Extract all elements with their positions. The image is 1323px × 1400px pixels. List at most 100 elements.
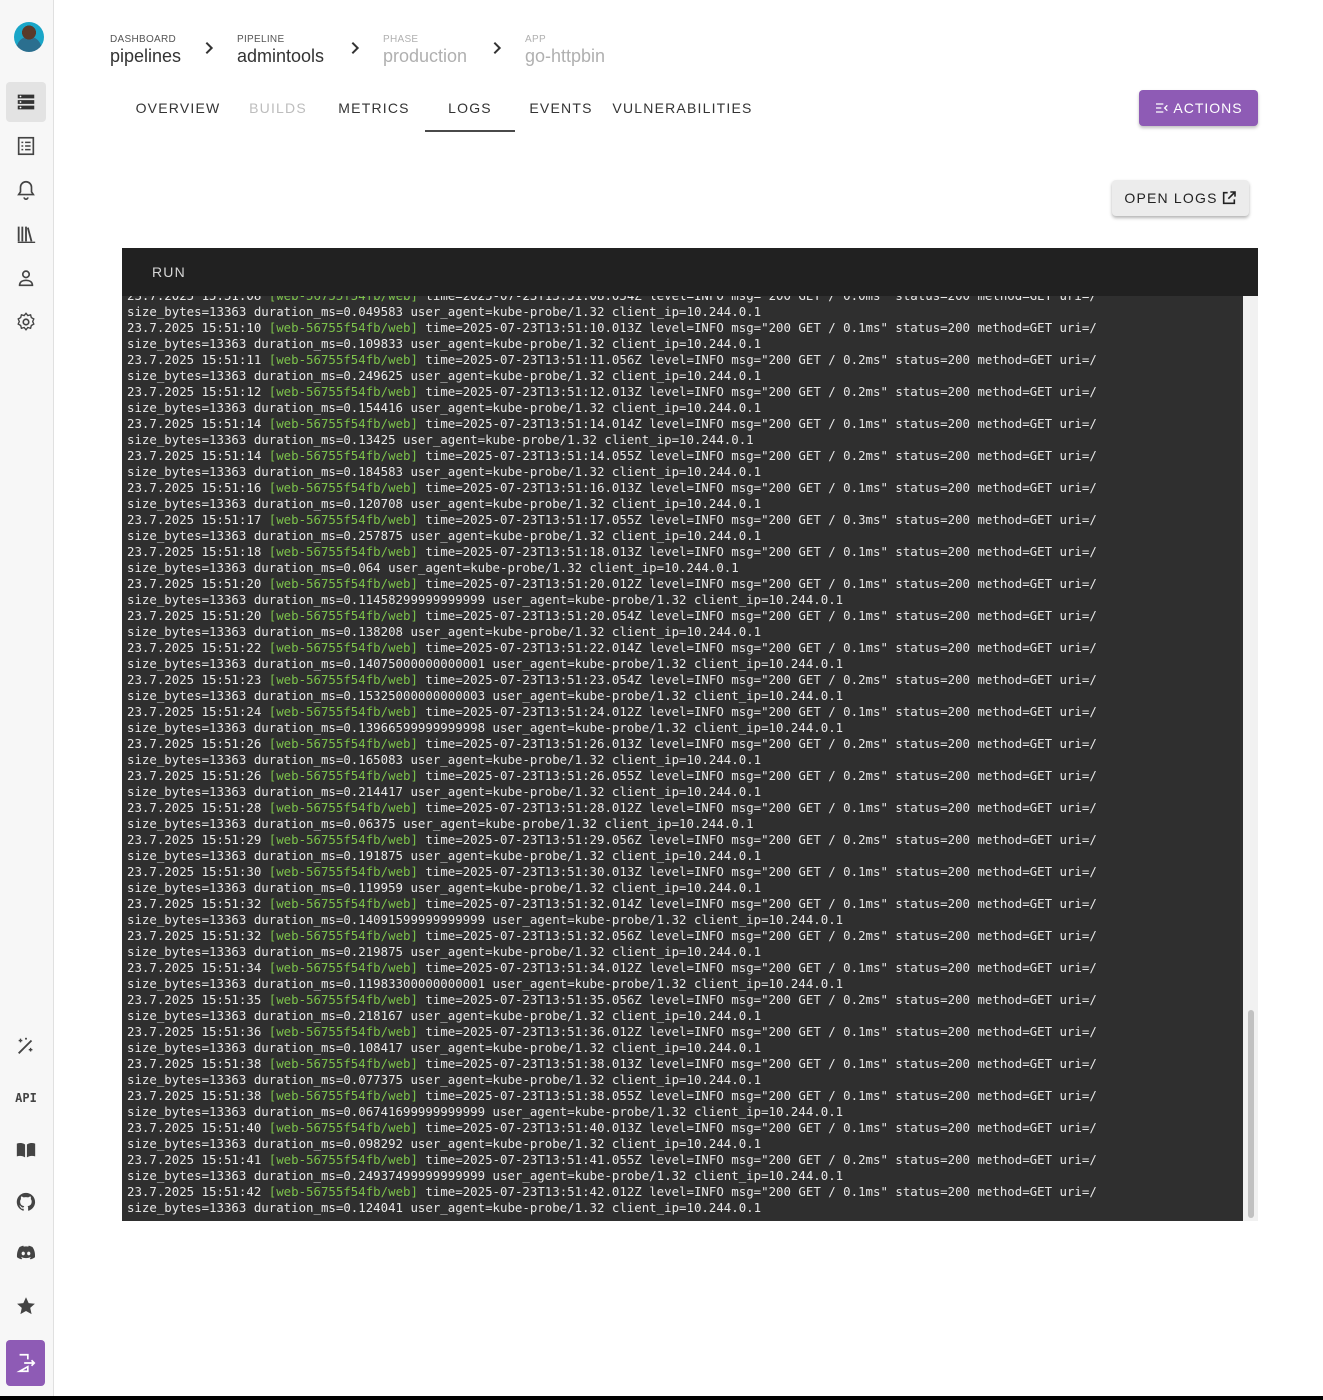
theme-toggle-icon	[18, 1037, 33, 1054]
log-pod: [web-56755f54fb/web]	[268, 832, 418, 847]
settings-nav-button[interactable]	[6, 302, 46, 342]
pipelines-nav-button[interactable]	[6, 82, 46, 122]
notifications-nav-button[interactable]	[6, 170, 46, 210]
tab-events[interactable]: EVENTS	[517, 86, 605, 130]
log-continuation: size_bytes=13363 duration_ms=0.049583 us…	[127, 304, 762, 319]
log-timestamp: 23.7.2025 15:51:36	[127, 1024, 262, 1039]
log-message: time=2025-07-23T13:51:32.014Z level=INFO…	[425, 896, 1097, 911]
log-entry: 23.7.2025 15:51:32 [web-56755f54fb/web] …	[127, 928, 1097, 960]
theme-toggle-button[interactable]	[6, 1026, 46, 1066]
log-timestamp: 23.7.2025 15:51:28	[127, 800, 262, 815]
log-message: time=2025-07-23T13:51:41.055Z level=INFO…	[425, 1152, 1097, 1167]
log-message: time=2025-07-23T13:51:20.012Z level=INFO…	[425, 576, 1097, 591]
log-timestamp: 23.7.2025 15:51:35	[127, 992, 262, 1007]
tab-metrics[interactable]: METRICS	[322, 86, 426, 130]
discord-icon	[16, 1245, 36, 1260]
log-pod: [web-56755f54fb/web]	[269, 296, 418, 303]
log-timestamp: 23.7.2025 15:51:32	[127, 928, 262, 943]
tab-logs[interactable]: LOGS	[425, 86, 515, 132]
log-message: time=2025-07-23T13:51:29.056Z level=INFO…	[425, 832, 1097, 847]
breadcrumb-value: pipelines	[110, 46, 182, 66]
star-icon	[17, 1297, 35, 1315]
breadcrumb-label: APP	[525, 34, 546, 45]
log-continuation: size_bytes=13363 duration_ms=0.184583 us…	[127, 464, 762, 479]
log-timestamp: 23.7.2025 15:51:32	[127, 896, 262, 911]
actions-button[interactable]: ACTIONS	[1139, 90, 1258, 126]
log-message: time=2025-07-23T13:51:18.013Z level=INFO…	[425, 544, 1097, 559]
log-entry: 23.7.2025 15:51:34 [web-56755f54fb/web] …	[127, 960, 1097, 992]
documentation-icon	[16, 1142, 36, 1158]
log-pod: [web-56755f54fb/web]	[268, 448, 418, 463]
log-message: time=2025-07-23T13:51:38.055Z level=INFO…	[425, 1088, 1097, 1103]
log-entry: 23.7.2025 15:51:26 [web-56755f54fb/web] …	[127, 736, 1097, 768]
logout-button[interactable]	[6, 1340, 45, 1386]
logout-icon	[15, 1353, 35, 1373]
log-timestamp: 23.7.2025 15:51:10	[127, 320, 262, 335]
log-continuation: size_bytes=13363 duration_ms=0.249625 us…	[127, 368, 762, 383]
log-pod: [web-56755f54fb/web]	[268, 672, 418, 687]
log-timestamp: 23.7.2025 15:51:40	[127, 1120, 262, 1135]
log-timestamp: 23.7.2025 15:51:42	[127, 1184, 262, 1199]
log-message: time=2025-07-23T13:51:42.012Z level=INFO…	[425, 1184, 1097, 1199]
log-tab-run[interactable]: RUN	[152, 248, 186, 296]
avatar[interactable]	[14, 22, 44, 52]
log-continuation: size_bytes=13363 duration_ms=0.249374999…	[127, 1168, 844, 1183]
log-continuation: size_bytes=13363 duration_ms=0.218167 us…	[127, 1008, 762, 1023]
log-entry: 23.7.2025 15:51:14 [web-56755f54fb/web] …	[127, 416, 1097, 448]
log-pod: [web-56755f54fb/web]	[268, 864, 418, 879]
log-entry: 23.7.2025 15:51:35 [web-56755f54fb/web] …	[127, 992, 1097, 1024]
log-continuation: size_bytes=13363 duration_ms=0.139665999…	[127, 720, 844, 735]
log-pod: [web-56755f54fb/web]	[268, 1088, 418, 1103]
api-icon: API	[15, 1091, 37, 1105]
log-continuation: size_bytes=13363 duration_ms=0.077375 us…	[127, 1072, 762, 1087]
breadcrumb-label: DASHBOARD	[110, 34, 177, 45]
accounts-nav-button[interactable]	[6, 258, 46, 298]
log-pod: [web-56755f54fb/web]	[268, 960, 418, 975]
breadcrumb-value: production	[383, 46, 468, 66]
log-continuation: size_bytes=13363 duration_ms=0.064 user_…	[127, 560, 739, 575]
log-timestamp: 23.7.2025 15:51:12	[127, 384, 262, 399]
accounts-icon	[18, 270, 34, 287]
api-button[interactable]: API	[6, 1078, 46, 1118]
templates-nav-button[interactable]	[6, 214, 46, 254]
log-message: time=2025-07-23T13:51:08.054Z level=INFO…	[425, 296, 1096, 303]
apps-nav-button[interactable]	[6, 126, 46, 166]
log-viewer[interactable]: 23.7.2025 15:51:08 [web-56755f54fb/web] …	[122, 296, 1243, 1221]
log-continuation: size_bytes=13363 duration_ms=0.138208 us…	[127, 624, 762, 639]
log-entry: 23.7.2025 15:51:23 [web-56755f54fb/web] …	[127, 672, 1097, 704]
apps-list-icon	[17, 136, 35, 156]
log-entry: 23.7.2025 15:51:38 [web-56755f54fb/web] …	[127, 1056, 1097, 1088]
log-entry: 23.7.2025 15:51:42 [web-56755f54fb/web] …	[127, 1184, 1097, 1216]
log-timestamp: 23.7.2025 15:51:34	[127, 960, 262, 975]
open-logs-button[interactable]: OPEN LOGS	[1112, 180, 1249, 216]
breadcrumb-phase[interactable]: PHASE production	[383, 34, 467, 67]
log-message: time=2025-07-23T13:51:36.012Z level=INFO…	[425, 1024, 1097, 1039]
log-timestamp: 23.7.2025 15:51:38	[127, 1088, 262, 1103]
tab-overview[interactable]: OVERVIEW	[122, 86, 234, 130]
log-pod: [web-56755f54fb/web]	[268, 992, 418, 1007]
log-continuation: size_bytes=13363 duration_ms=0.257875 us…	[127, 528, 762, 543]
log-message: time=2025-07-23T13:51:16.013Z level=INFO…	[425, 480, 1097, 495]
github-icon	[16, 1192, 36, 1211]
open-logs-label: OPEN LOGS	[1124, 190, 1218, 206]
star-button[interactable]	[6, 1286, 46, 1326]
breadcrumb-dashboard[interactable]: DASHBOARD pipelines	[110, 34, 181, 67]
documentation-button[interactable]	[6, 1130, 46, 1170]
log-timestamp: 23.7.2025 15:51:38	[127, 1056, 262, 1071]
scrollbar-thumb[interactable]	[1248, 1010, 1254, 1218]
chevron-right-icon	[351, 41, 360, 55]
log-timestamp: 23.7.2025 15:51:20	[127, 576, 262, 591]
tab-vulnerabilities[interactable]: VULNERABILITIES	[606, 86, 759, 130]
breadcrumb-pipeline[interactable]: PIPELINE admintools	[237, 34, 324, 67]
discord-button[interactable]	[6, 1233, 46, 1273]
log-message: time=2025-07-23T13:51:32.056Z level=INFO…	[425, 928, 1097, 943]
log-entry: 23.7.2025 15:51:29 [web-56755f54fb/web] …	[127, 832, 1097, 864]
chevron-right-icon	[205, 41, 214, 55]
log-pod: [web-56755f54fb/web]	[268, 1120, 418, 1135]
log-message: time=2025-07-23T13:51:22.014Z level=INFO…	[425, 640, 1097, 655]
log-continuation: size_bytes=13363 duration_ms=0.108417 us…	[127, 1040, 762, 1055]
log-continuation: size_bytes=13363 duration_ms=0.067416999…	[127, 1104, 844, 1119]
log-entry: 23.7.2025 15:51:28 [web-56755f54fb/web] …	[127, 800, 1097, 832]
log-continuation: size_bytes=13363 duration_ms=0.165083 us…	[127, 752, 762, 767]
github-button[interactable]	[6, 1182, 46, 1222]
